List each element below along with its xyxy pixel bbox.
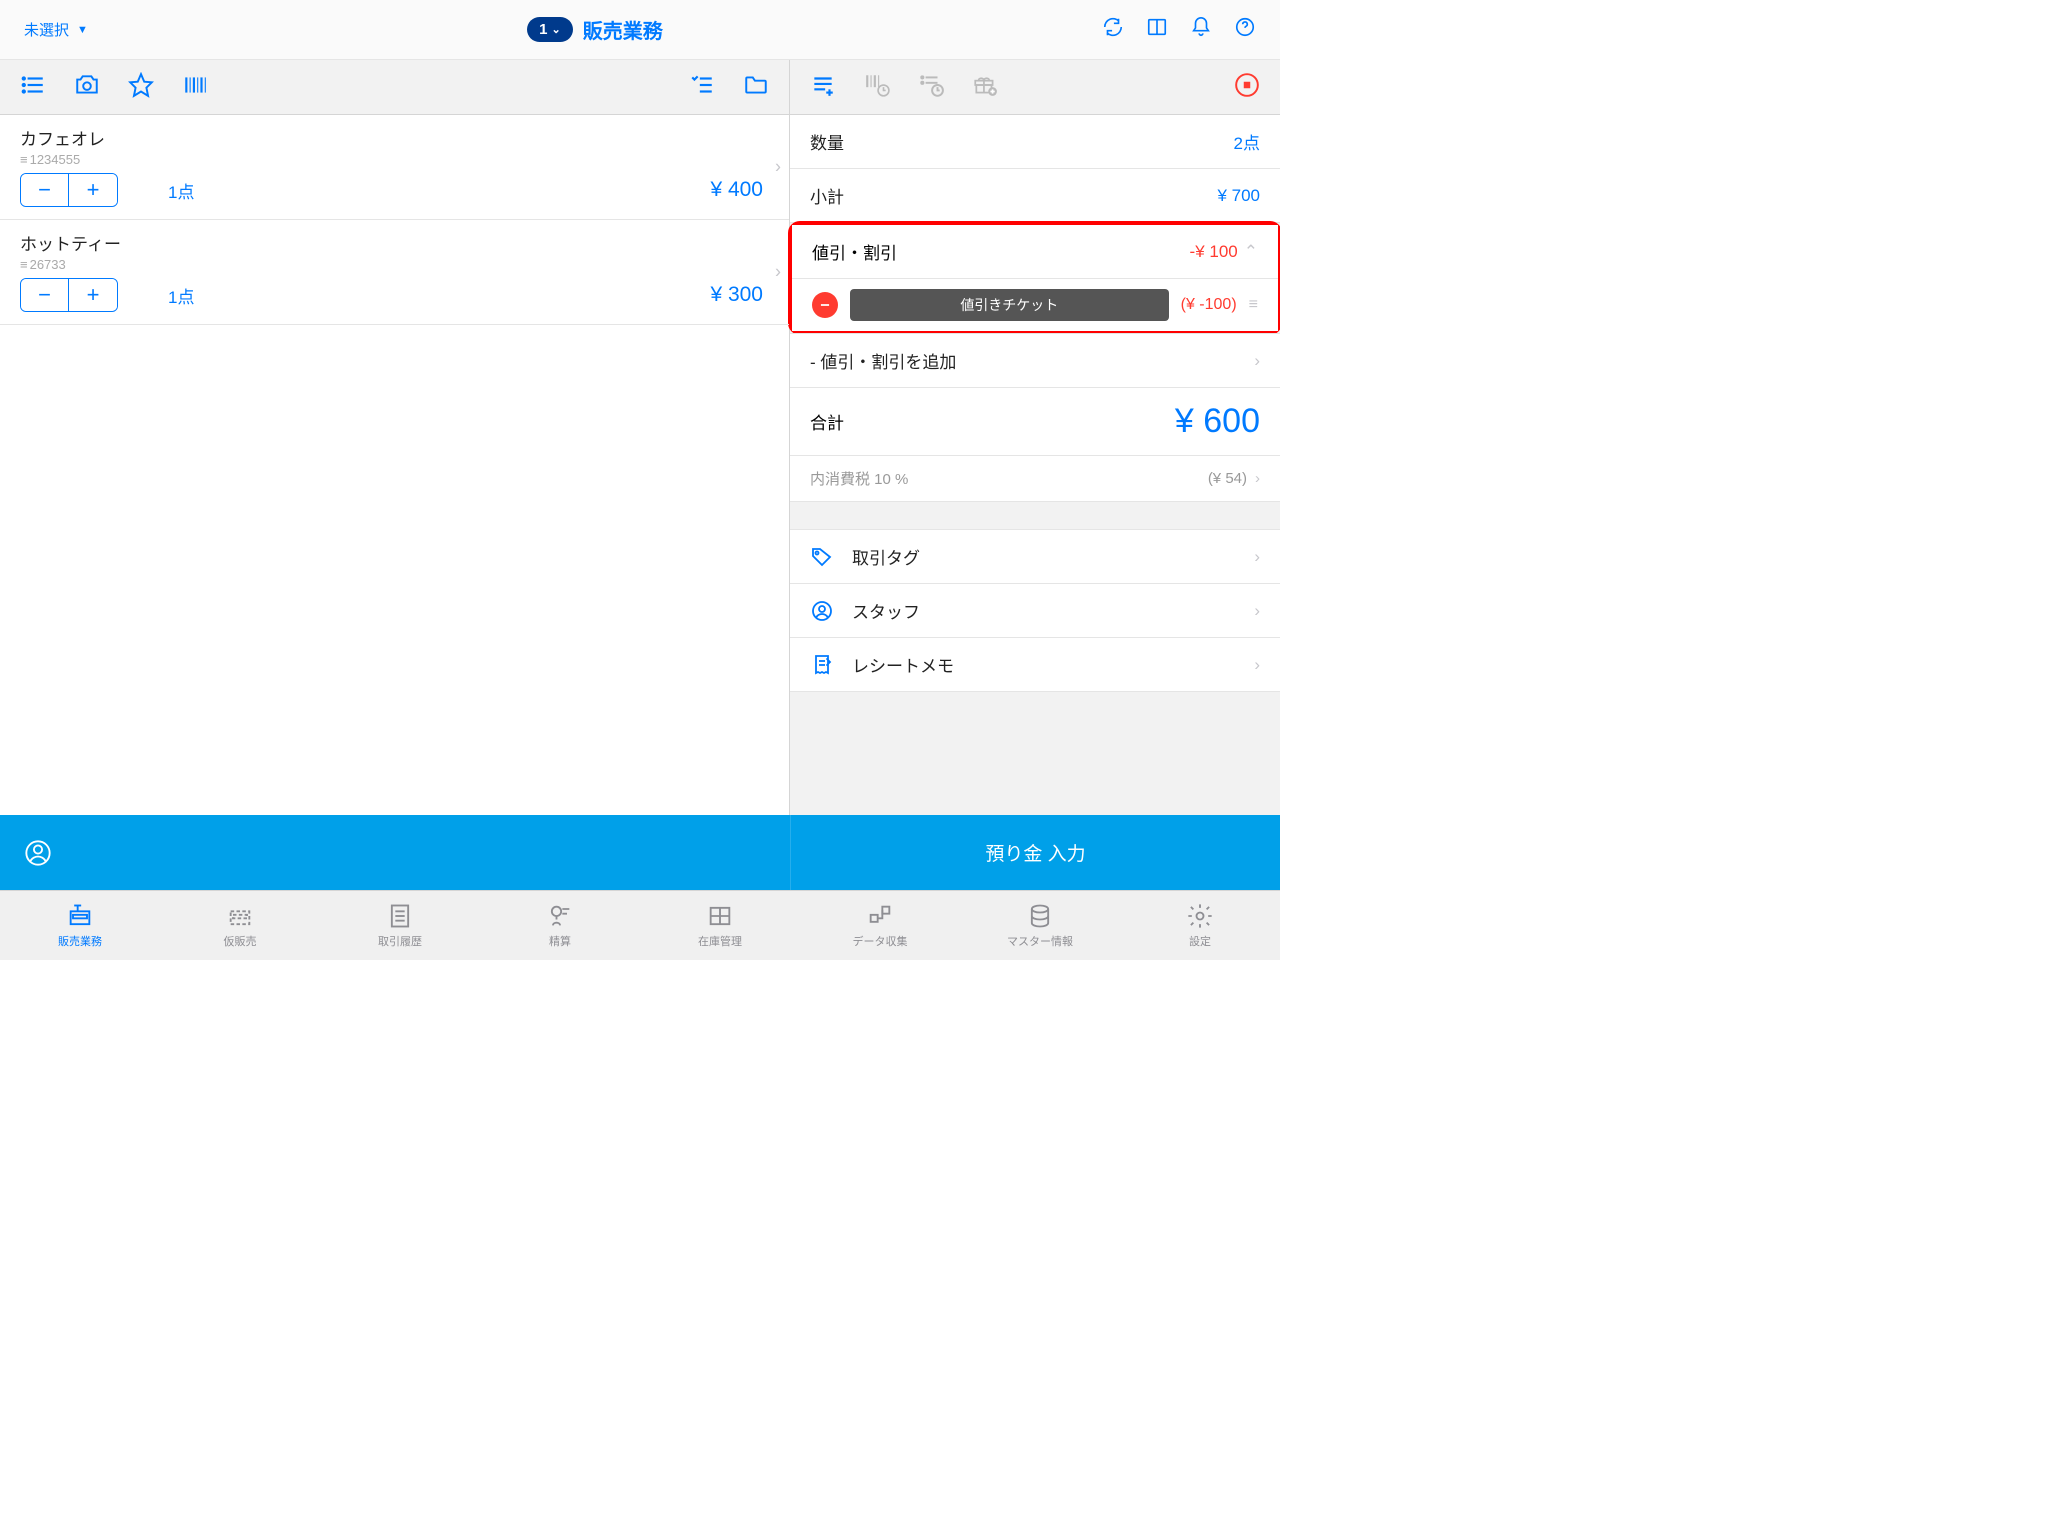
help-icon[interactable] xyxy=(1234,16,1256,43)
item-name: カフェオレ xyxy=(20,125,769,150)
tab-bar: 販売業務 仮販売 取引履歴 精算 在庫管理 データ収集 マスター情報 設定 xyxy=(0,890,1280,960)
chevron-down-icon: ⌄ xyxy=(552,23,561,36)
item-price: ¥ 300 xyxy=(710,283,769,307)
qty-plus-button[interactable]: + xyxy=(69,279,117,311)
qty-minus-button[interactable]: − xyxy=(21,279,69,311)
barcode-icon[interactable] xyxy=(182,72,208,103)
star-icon[interactable] xyxy=(128,72,154,103)
subtotal-row: 小計 ¥ 700 xyxy=(790,169,1280,223)
item-list: カフェオレ ≡1234555 − + 1点 ¥ 400 › ホットティー ≡26… xyxy=(0,115,790,815)
chevron-right-icon: › xyxy=(1255,470,1260,487)
qty-minus-button[interactable]: − xyxy=(21,174,69,206)
tag-icon xyxy=(810,545,834,569)
page-title: 販売業務 xyxy=(583,15,663,44)
bell-icon[interactable] xyxy=(1190,16,1212,43)
folder-icon[interactable] xyxy=(743,72,769,103)
barcode-history-icon[interactable] xyxy=(864,72,890,103)
checklist-icon[interactable] xyxy=(689,72,715,103)
deposit-button[interactable]: 預り金 入力 xyxy=(790,815,1280,890)
list-add-icon[interactable] xyxy=(810,72,836,103)
grip-icon[interactable]: ≡ xyxy=(1249,296,1258,314)
person-icon xyxy=(810,599,834,623)
chevron-right-icon: › xyxy=(775,262,781,283)
receipt-memo-row[interactable]: レシートメモ › xyxy=(790,637,1280,692)
list-icon[interactable] xyxy=(20,72,46,103)
customer-button[interactable] xyxy=(0,815,790,890)
tab-inventory[interactable]: 在庫管理 xyxy=(640,891,800,960)
list-history-icon[interactable] xyxy=(918,72,944,103)
chevron-down-icon: ▼ xyxy=(77,24,88,36)
delete-discount-button[interactable] xyxy=(812,292,838,318)
chevron-right-icon: › xyxy=(1254,351,1260,371)
item-price: ¥ 400 xyxy=(710,178,769,202)
tab-master[interactable]: マスター情報 xyxy=(960,891,1120,960)
cart-item-row[interactable]: カフェオレ ≡1234555 − + 1点 ¥ 400 › xyxy=(0,115,789,220)
memo-icon xyxy=(810,653,834,677)
tax-row[interactable]: 内消費税 10 % (¥ 54)› xyxy=(790,456,1280,502)
item-qty: 1点 xyxy=(168,178,194,203)
record-icon[interactable] xyxy=(1234,72,1260,103)
toolbar xyxy=(0,60,1280,115)
camera-icon[interactable] xyxy=(74,72,100,103)
item-code: ≡26733 xyxy=(20,257,769,272)
panel-icon[interactable] xyxy=(1146,16,1168,43)
qty-plus-button[interactable]: + xyxy=(69,174,117,206)
chevron-right-icon: › xyxy=(1254,601,1260,621)
discount-amount: (¥ -100) xyxy=(1181,296,1237,314)
footer-action-bar: 預り金 入力 xyxy=(0,815,1280,890)
discount-item-row: 値引きチケット (¥ -100) ≡ xyxy=(792,279,1278,331)
quantity-stepper: − + xyxy=(20,173,118,207)
tab-hold[interactable]: 仮販売 xyxy=(160,891,320,960)
refresh-icon[interactable] xyxy=(1102,16,1124,43)
discount-ticket-chip[interactable]: 値引きチケット xyxy=(850,289,1169,321)
unselected-label: 未選択 xyxy=(24,19,69,40)
discount-highlight: 値引・割引 -¥ 100 ⌃ 値引きチケット (¥ -100) ≡ xyxy=(788,221,1280,335)
tab-sales[interactable]: 販売業務 xyxy=(0,891,160,960)
summary-panel: 数量 2点 小計 ¥ 700 値引・割引 -¥ 100 ⌃ 値引きチケット (¥… xyxy=(790,115,1280,815)
cart-item-row[interactable]: ホットティー ≡26733 − + 1点 ¥ 300 › xyxy=(0,220,789,325)
item-name: ホットティー xyxy=(20,230,769,255)
add-discount-row[interactable]: - 値引・割引を追加 › xyxy=(790,333,1280,388)
quantity-stepper: − + xyxy=(20,278,118,312)
chevron-right-icon: › xyxy=(1254,547,1260,567)
register-badge[interactable]: 1 ⌄ xyxy=(527,17,573,42)
chevron-right-icon: › xyxy=(775,157,781,178)
user-icon xyxy=(24,839,52,867)
discount-header-row[interactable]: 値引・割引 -¥ 100 ⌃ xyxy=(792,225,1278,279)
tab-history[interactable]: 取引履歴 xyxy=(320,891,480,960)
header-title-group[interactable]: 1 ⌄ 販売業務 xyxy=(527,15,663,44)
chevron-right-icon: › xyxy=(1254,655,1260,675)
tab-data[interactable]: データ収集 xyxy=(800,891,960,960)
tab-settlement[interactable]: 精算 xyxy=(480,891,640,960)
total-row: 合計 ¥ 600 xyxy=(790,388,1280,456)
qty-summary-row: 数量 2点 xyxy=(790,115,1280,169)
app-header: 未選択 ▼ 1 ⌄ 販売業務 xyxy=(0,0,1280,60)
gift-add-icon[interactable] xyxy=(972,72,998,103)
transaction-tag-row[interactable]: 取引タグ › xyxy=(790,529,1280,584)
item-code: ≡1234555 xyxy=(20,152,769,167)
staff-row[interactable]: スタッフ › xyxy=(790,583,1280,638)
chevron-up-icon: ⌃ xyxy=(1244,242,1258,262)
selector-unselected[interactable]: 未選択 ▼ xyxy=(24,19,88,40)
tab-settings[interactable]: 設定 xyxy=(1120,891,1280,960)
item-qty: 1点 xyxy=(168,283,194,308)
